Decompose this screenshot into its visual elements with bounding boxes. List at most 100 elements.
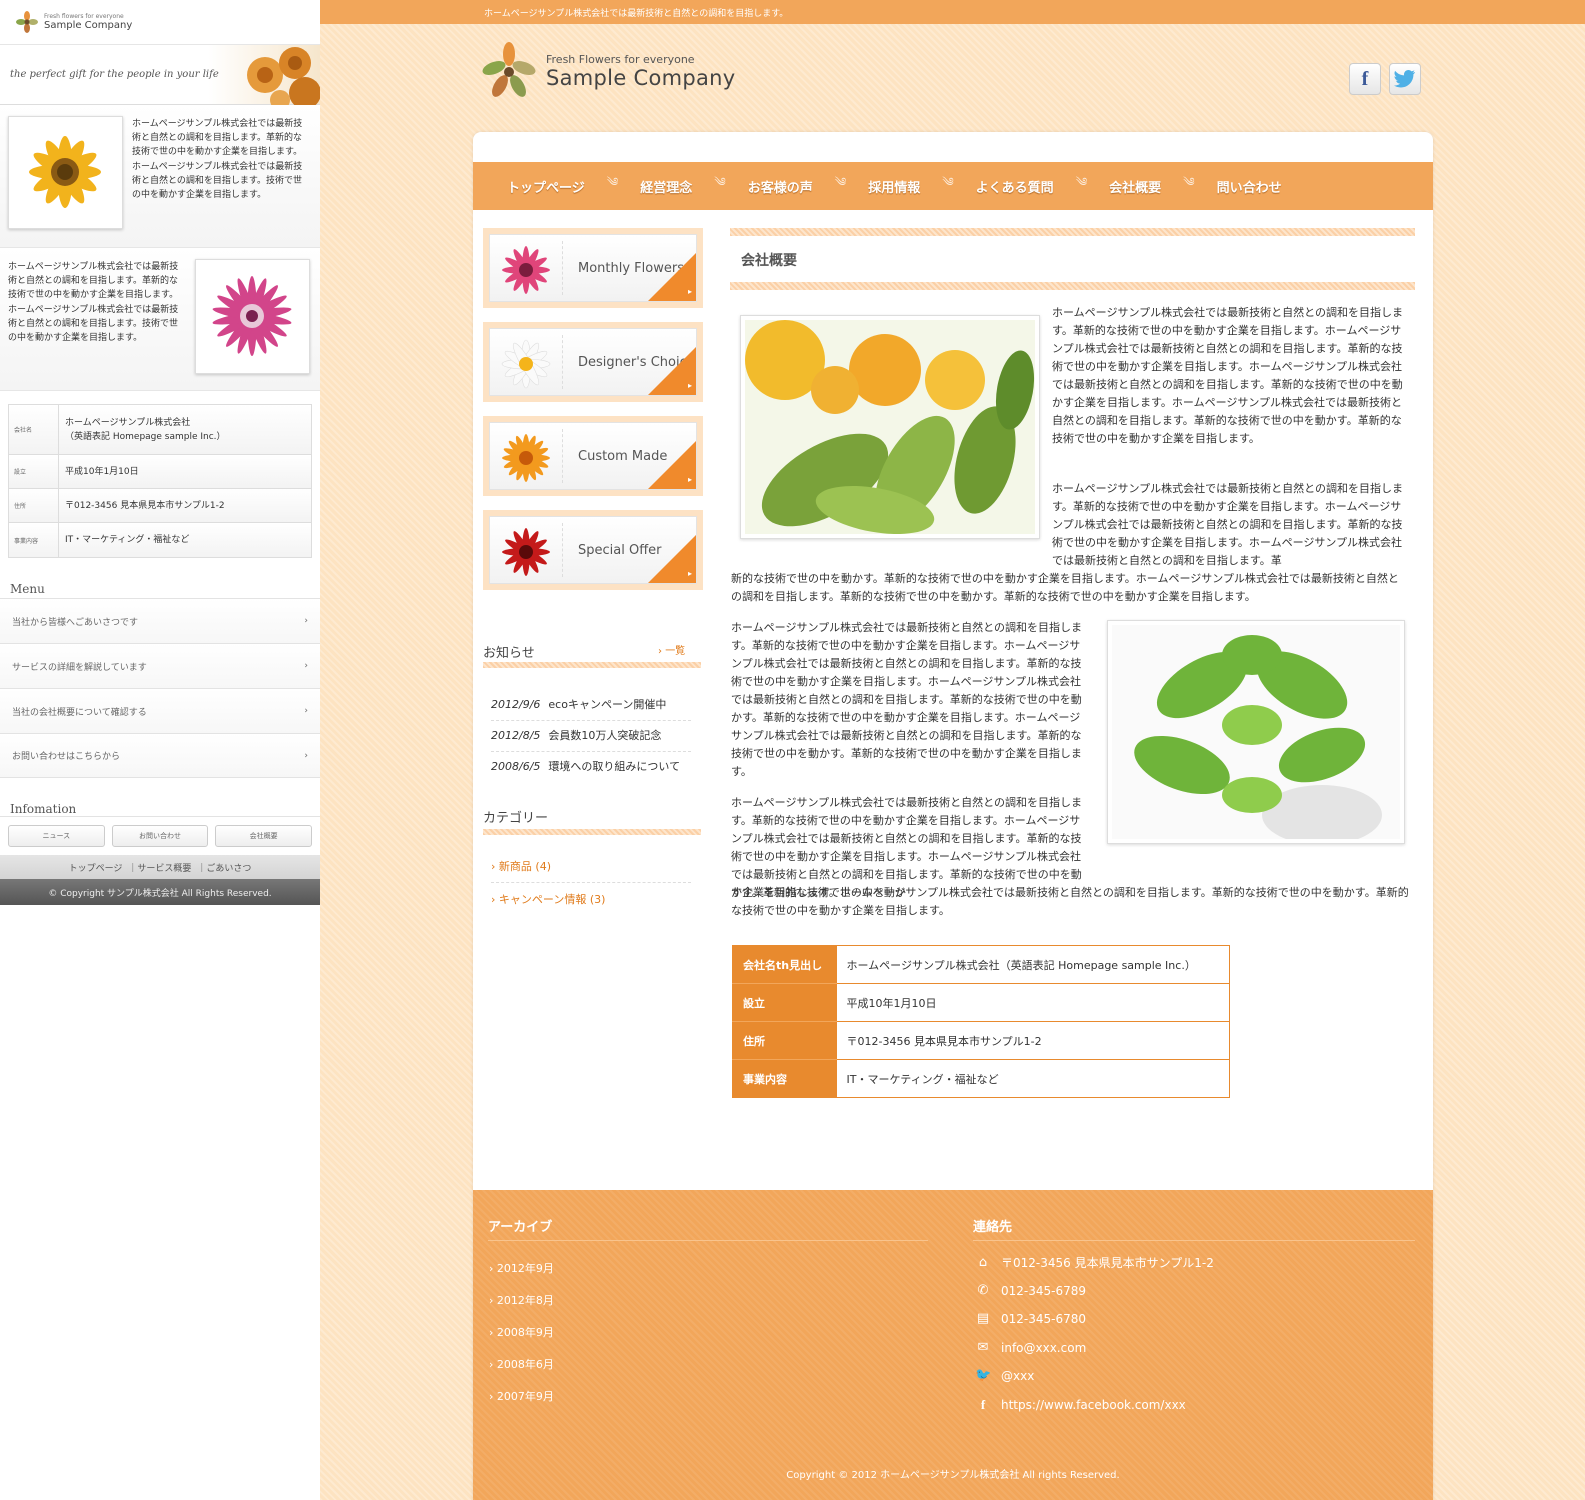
news-more-link[interactable]: › 一覧 <box>658 642 685 657</box>
archive-divider <box>488 1240 928 1241</box>
content-paragraph-3: ホームページサンプル株式会社では最新技術と自然との調和を目指します。革新的な技術… <box>731 621 1083 778</box>
table-cell: ホームページサンプル株式会社 （英語表記 Homepage sample Inc… <box>65 417 226 442</box>
nav-item-top[interactable]: トップページ <box>507 177 585 196</box>
footer-link[interactable]: ｜サービス概要 <box>128 861 191 874</box>
card-designers-choice[interactable]: Designer's Choice ▸ <box>483 322 703 402</box>
nav-item-faq[interactable]: よくある質問 <box>976 177 1054 196</box>
table-row: 住所 〒012-3456 見本県見本市サンプル1-2 <box>9 489 311 523</box>
category-item[interactable]: › 新商品 (4) <box>491 858 691 883</box>
mobile-menu-item[interactable]: 当社の会社概要について確認する › <box>0 688 320 733</box>
contact-text: https://www.facebook.com/xxx <box>1001 1398 1186 1412</box>
table-header-cell: 事業内容 <box>9 523 59 557</box>
table-row: 会社名th見出し ホームページサンプル株式会社（英語表記 Homepage sam… <box>732 945 1230 984</box>
table-cell: 平成10年1月10日 <box>65 466 139 477</box>
contact-fax: ▤ 012-345-6780 <box>975 1311 1086 1326</box>
mobile-footer-links: トップページ ｜サービス概要 ｜ごあいさつ <box>0 855 320 879</box>
nav-item-company[interactable]: 会社概要 <box>1109 177 1161 196</box>
archive-label: 2012年8月 <box>496 1294 554 1307</box>
category-item[interactable]: › キャンペーン情報 (3) <box>491 891 691 915</box>
mobile-logo-tagline: Fresh flowers for everyone <box>44 13 124 20</box>
table-header-cell: 会社名th見出し <box>732 945 837 984</box>
nav-item-voices[interactable]: お客様の声 <box>748 177 813 196</box>
chevron-right-icon: › <box>304 616 308 626</box>
content-top-bar <box>730 228 1415 236</box>
facebook-icon: f <box>980 1397 986 1412</box>
card-divider <box>562 429 563 483</box>
footer-link[interactable]: トップページ <box>69 861 123 874</box>
table-row: 設立 平成10年1月10日 <box>9 455 311 489</box>
table-row: 事業内容 IT・マーケティング・福祉など <box>732 1059 1230 1098</box>
contact-text: 012-345-6789 <box>1001 1283 1087 1298</box>
footer-link[interactable]: ｜ごあいさつ <box>197 861 251 874</box>
arrow-right-icon: › <box>658 646 662 657</box>
archive-link[interactable]: › 2008年6月 <box>489 1356 554 1372</box>
twitter-icon: 🐦 <box>975 1368 992 1383</box>
sunflower-leaves-photo <box>740 315 1040 539</box>
site-logo[interactable]: Fresh Flowers for everyone Sample Compan… <box>482 42 736 100</box>
category-label: 新商品 (4) <box>498 860 551 873</box>
table-cell: IT・マーケティング・福祉など <box>65 535 190 545</box>
archive-label: 2012年9月 <box>496 1262 554 1275</box>
nav-item-recruit[interactable]: 採用情報 <box>868 177 920 196</box>
news-date: 2012/9/6 <box>491 698 541 711</box>
mobile-menu-item[interactable]: サービスの詳細を解説しています › <box>0 643 320 688</box>
archive-link[interactable]: › 2012年8月 <box>489 1292 554 1308</box>
card-custom-made[interactable]: Custom Made ▸ <box>483 416 703 496</box>
mobile-intro-1: ホームページサンプル株式会社では最新技術と自然との調和を目指します。革新的な技術… <box>0 105 320 248</box>
mobile-logo[interactable]: Fresh flowers for everyone Sample Compan… <box>0 0 320 45</box>
list-item[interactable]: 2008/6/5 環境への取り組みについて <box>491 758 691 782</box>
nav-separator: ༄ <box>714 175 726 189</box>
list-item[interactable]: 2012/8/5 会員数10万人突破記念 <box>491 727 691 752</box>
company-button[interactable]: 会社概要 <box>215 825 313 847</box>
table-row: 会社名 ホームページサンプル株式会社 （英語表記 Homepage sample… <box>9 405 311 455</box>
plant-photo <box>1107 620 1405 845</box>
top-bar: ホームページサンプル株式会社では最新技術と自然との調和を目指します。 <box>320 0 1585 24</box>
contact-facebook[interactable]: f https://www.facebook.com/xxx <box>975 1397 1186 1413</box>
news-title: 環境への取り組みについて <box>548 760 681 773</box>
mobile-menu-heading: Menu <box>10 582 45 596</box>
nav-separator: ༄ <box>1075 175 1088 189</box>
arrow-right-icon: ▸ <box>687 381 692 390</box>
mobile-menu-item[interactable]: 当社から皆様へごあいさつです › <box>0 598 320 643</box>
contact-button[interactable]: お問い合わせ <box>111 825 209 847</box>
nav-item-contact[interactable]: 問い合わせ <box>1217 177 1282 196</box>
contact-phone: ✆ 012-345-6789 <box>975 1283 1086 1298</box>
white-daisy-icon <box>501 339 551 389</box>
table-header-cell: 設立 <box>9 455 59 488</box>
card-special-offer[interactable]: Special Offer ▸ <box>483 510 703 590</box>
nav-item-philosophy[interactable]: 経営理念 <box>640 177 692 196</box>
flower-logo-icon <box>482 42 536 97</box>
contact-email[interactable]: ✉ info@xxx.com <box>975 1340 1087 1355</box>
table-cell: IT・マーケティング・福祉など <box>846 1072 999 1086</box>
card-monthly-flowers[interactable]: Monthly Flowers ▸ <box>483 228 703 308</box>
mobile-menu-item[interactable]: お問い合わせはこちらから › <box>0 733 320 778</box>
phone-icon: ✆ <box>977 1283 989 1298</box>
archive-link[interactable]: › 2008年9月 <box>489 1324 554 1340</box>
table-header-cell: 設立 <box>732 983 837 1022</box>
contact-twitter[interactable]: 🐦 @xxx <box>975 1368 1034 1383</box>
table-header-cell: 住所 <box>9 489 59 522</box>
site-footer: アーカイブ › 2012年9月 › 2012年8月 › 2008年9月 › 20… <box>473 1190 1433 1500</box>
contact-text: info@xxx.com <box>1001 1340 1087 1355</box>
twitter-icon[interactable] <box>1389 63 1421 95</box>
menu-item-label: 当社の会社概要について確認する <box>12 707 147 718</box>
global-nav: トップページ ༄ 経営理念 ༄ お客様の声 ༄ 採用情報 ༄ よくある質問 ༄ 会社概要 ༄… <box>473 162 1433 210</box>
red-gerbera-icon <box>502 528 550 576</box>
home-icon: ⌂ <box>978 1255 988 1270</box>
nav-separator: ༄ <box>834 175 847 189</box>
mobile-intro-text-2: ホームページサンプル株式会社では最新技術と自然との調和を目指します。革新的な技術… <box>8 262 179 344</box>
logo-name: Sample Company <box>546 65 736 90</box>
arrow-right-icon: › <box>489 1358 497 1371</box>
nav-separator: ༄ <box>1183 175 1195 189</box>
news-date: 2008/6/5 <box>491 760 541 773</box>
main-panel: トップページ ༄ 経営理念 ༄ お客様の声 ༄ 採用情報 ༄ よくある質問 ༄ 会社概要 ༄… <box>473 132 1433 1500</box>
news-title: ecoキャンペーン開催中 <box>548 698 667 711</box>
facebook-icon[interactable]: f <box>1349 63 1381 95</box>
archive-link[interactable]: › 2007年9月 <box>489 1388 554 1404</box>
news-button[interactable]: ニュース <box>8 825 105 847</box>
arrow-right-icon: ▸ <box>687 475 692 484</box>
list-item[interactable]: 2012/9/6 ecoキャンペーン開催中 <box>491 696 691 721</box>
archive-link[interactable]: › 2012年9月 <box>489 1260 554 1276</box>
table-row: 住所 〒012-3456 見本県見本市サンプル1-2 <box>732 1021 1230 1060</box>
table-cell: 〒012-3456 見本県見本市サンプル1-2 <box>836 1021 1230 1060</box>
